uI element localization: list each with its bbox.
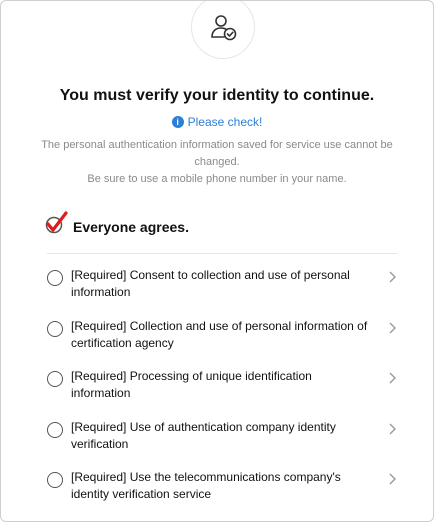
notice: i Please check! xyxy=(1,115,433,129)
chevron-right-icon[interactable] xyxy=(387,371,397,385)
chevron-right-icon[interactable] xyxy=(387,422,397,436)
consent-item-unique-id[interactable]: [Required] Processing of unique identifi… xyxy=(47,368,397,419)
chevron-right-icon[interactable] xyxy=(387,321,397,335)
user-verified-icon xyxy=(191,1,255,59)
verification-dialog: You must verify your identity to continu… xyxy=(0,0,434,522)
radio-button[interactable] xyxy=(47,270,63,286)
radio-button[interactable] xyxy=(47,320,63,337)
radio-button[interactable] xyxy=(47,371,63,387)
description: The personal authentication information … xyxy=(31,137,403,188)
checkmark-icon xyxy=(45,211,68,237)
consent-item-personal-info[interactable]: [Required] Consent to collection and use… xyxy=(47,267,397,318)
consent-label: [Required] Consent to collection and use… xyxy=(71,268,350,299)
consent-label: [Required] Use of authentication company… xyxy=(71,419,336,451)
info-icon: i xyxy=(171,116,184,128)
agree-all-label: Everyone agrees. xyxy=(73,219,189,235)
consent-item-auth-company[interactable]: [Required] Use of authentication company… xyxy=(47,419,397,470)
chevron-right-icon[interactable] xyxy=(387,270,397,284)
agree-all-checkbox[interactable]: Everyone agrees. xyxy=(45,211,397,237)
chevron-right-icon[interactable] xyxy=(387,472,397,486)
radio-button[interactable] xyxy=(47,472,63,488)
description-line-2: Be sure to use a mobile phone number in … xyxy=(87,173,347,185)
page-title: You must verify your identity to continu… xyxy=(59,87,375,104)
consent-label: [Required] Processing of unique identifi… xyxy=(71,369,312,400)
consent-label: [Required] Use the telecommunications co… xyxy=(71,470,341,501)
radio-button[interactable] xyxy=(47,421,63,438)
consent-item-certification-agency[interactable]: [Required] Collection and use of persona… xyxy=(47,318,397,369)
consent-list: [Required] Consent to collection and use… xyxy=(47,267,397,520)
description-line-1: The personal authentication information … xyxy=(41,139,393,168)
consent-label: [Required] Collection and use of persona… xyxy=(71,318,368,350)
consent-item-telecom[interactable]: [Required] Use the telecommunications co… xyxy=(47,469,397,520)
notice-label: Please check! xyxy=(187,115,263,129)
divider xyxy=(47,253,397,254)
